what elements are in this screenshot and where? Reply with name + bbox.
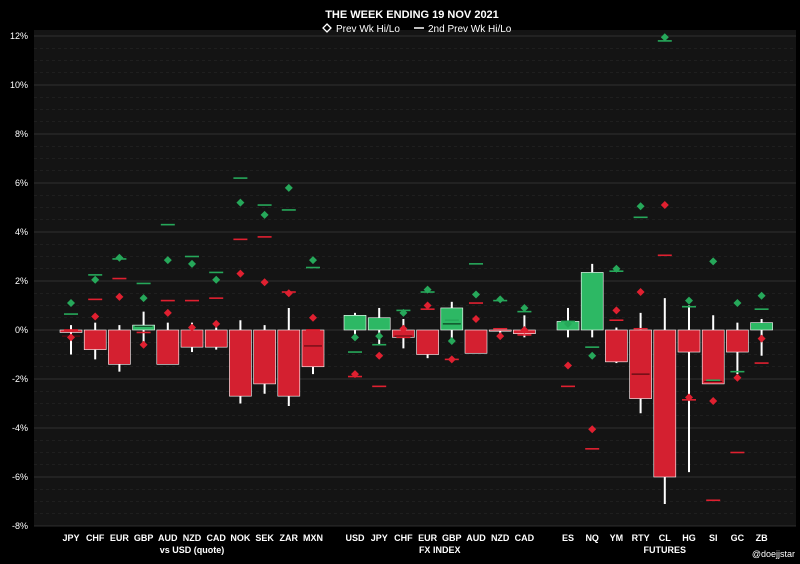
- legend-label-prev2: 2nd Prev Wk Hi/Lo: [428, 24, 512, 35]
- category-label-hg: HG: [682, 533, 696, 543]
- group-label: FX INDEX: [419, 545, 461, 555]
- bar-gc: [726, 329, 749, 353]
- category-label-nzd: NZD: [491, 533, 510, 543]
- chart-root: 12% 10% 8% 6% 4% 2% 0% -2% -4% -6% -8% JPY CHF EUR GBP…: [0, 0, 800, 564]
- bar-jpy: [367, 317, 391, 331]
- category-label-eur: EUR: [418, 533, 438, 543]
- y-tick-label: 0%: [15, 325, 28, 335]
- bar-aud: [464, 329, 488, 354]
- category-label-chf: CHF: [86, 533, 105, 543]
- y-tick-label: 4%: [15, 227, 28, 237]
- credit-label: @doejjstar: [752, 549, 795, 559]
- category-label-si: SI: [709, 533, 718, 543]
- category-label-cl: CL: [659, 533, 671, 543]
- category-label-zb: ZB: [756, 533, 768, 543]
- weekly-range-chart: 12% 10% 8% 6% 4% 2% 0% -2% -4% -6% -8% JPY CHF EUR GBP…: [0, 0, 800, 564]
- y-tick-label: 8%: [15, 129, 28, 139]
- category-label-aud: AUD: [466, 533, 486, 543]
- category-label-gbp: GBP: [134, 533, 154, 543]
- y-tick-label: -8%: [12, 521, 28, 531]
- group-label: FUTURES: [644, 545, 687, 555]
- bar-mxn: [301, 329, 325, 368]
- category-label-zar: ZAR: [280, 533, 299, 543]
- bar-sek: [253, 329, 276, 385]
- category-label-gbp: GBP: [442, 533, 462, 543]
- category-label-eur: EUR: [110, 533, 130, 543]
- plot-background: [34, 30, 796, 526]
- category-label-cad: CAD: [515, 533, 535, 543]
- category-label-mxn: MXN: [303, 533, 323, 543]
- bar-eur: [416, 329, 439, 355]
- y-tick-label: -2%: [12, 374, 28, 384]
- group-label: vs USD (quote): [160, 545, 225, 555]
- category-label-jpy: JPY: [62, 533, 79, 543]
- category-label-cad: CAD: [206, 533, 226, 543]
- chart-title: THE WEEK ENDING 19 NOV 2021: [325, 9, 499, 21]
- category-label-nzd: NZD: [183, 533, 202, 543]
- category-label-es: ES: [562, 533, 574, 543]
- bar-hg: [677, 329, 701, 353]
- y-tick-label: 12%: [10, 31, 28, 41]
- y-tick-label: 2%: [15, 276, 28, 286]
- bar-nq: [580, 272, 604, 331]
- bar-zar: [277, 329, 301, 397]
- bar-aud: [156, 329, 180, 365]
- category-label-chf: CHF: [394, 533, 413, 543]
- category-label-aud: AUD: [158, 533, 178, 543]
- y-tick-label: -6%: [12, 472, 28, 482]
- bar-rty: [629, 329, 652, 399]
- category-label-jpy: JPY: [371, 533, 388, 543]
- bar-gbp: [440, 307, 464, 331]
- y-tick-label: 6%: [15, 178, 28, 188]
- bar-chf: [83, 329, 107, 350]
- category-label-nq: NQ: [585, 533, 599, 543]
- category-label-gc: GC: [731, 533, 745, 543]
- legend-label-prev: Prev Wk Hi/Lo: [336, 24, 400, 35]
- bar-nzd: [180, 329, 204, 348]
- category-label-sek: SEK: [255, 533, 274, 543]
- bar-si: [701, 329, 725, 385]
- y-tick-label: -4%: [12, 423, 28, 433]
- category-label-nok: NOK: [230, 533, 251, 543]
- y-tick-label: 10%: [10, 80, 28, 90]
- category-label-ym: YM: [610, 533, 624, 543]
- category-label-rty: RTY: [632, 533, 650, 543]
- bar-ym: [605, 329, 628, 363]
- bar-nok: [229, 329, 252, 397]
- bar-cl: [653, 329, 677, 478]
- bar-usd: [343, 314, 367, 331]
- bar-zb: [750, 322, 773, 331]
- bar-eur: [108, 329, 131, 365]
- bar-nzd: [488, 329, 512, 332]
- category-label-usd: USD: [345, 533, 365, 543]
- bar-cad: [204, 329, 228, 348]
